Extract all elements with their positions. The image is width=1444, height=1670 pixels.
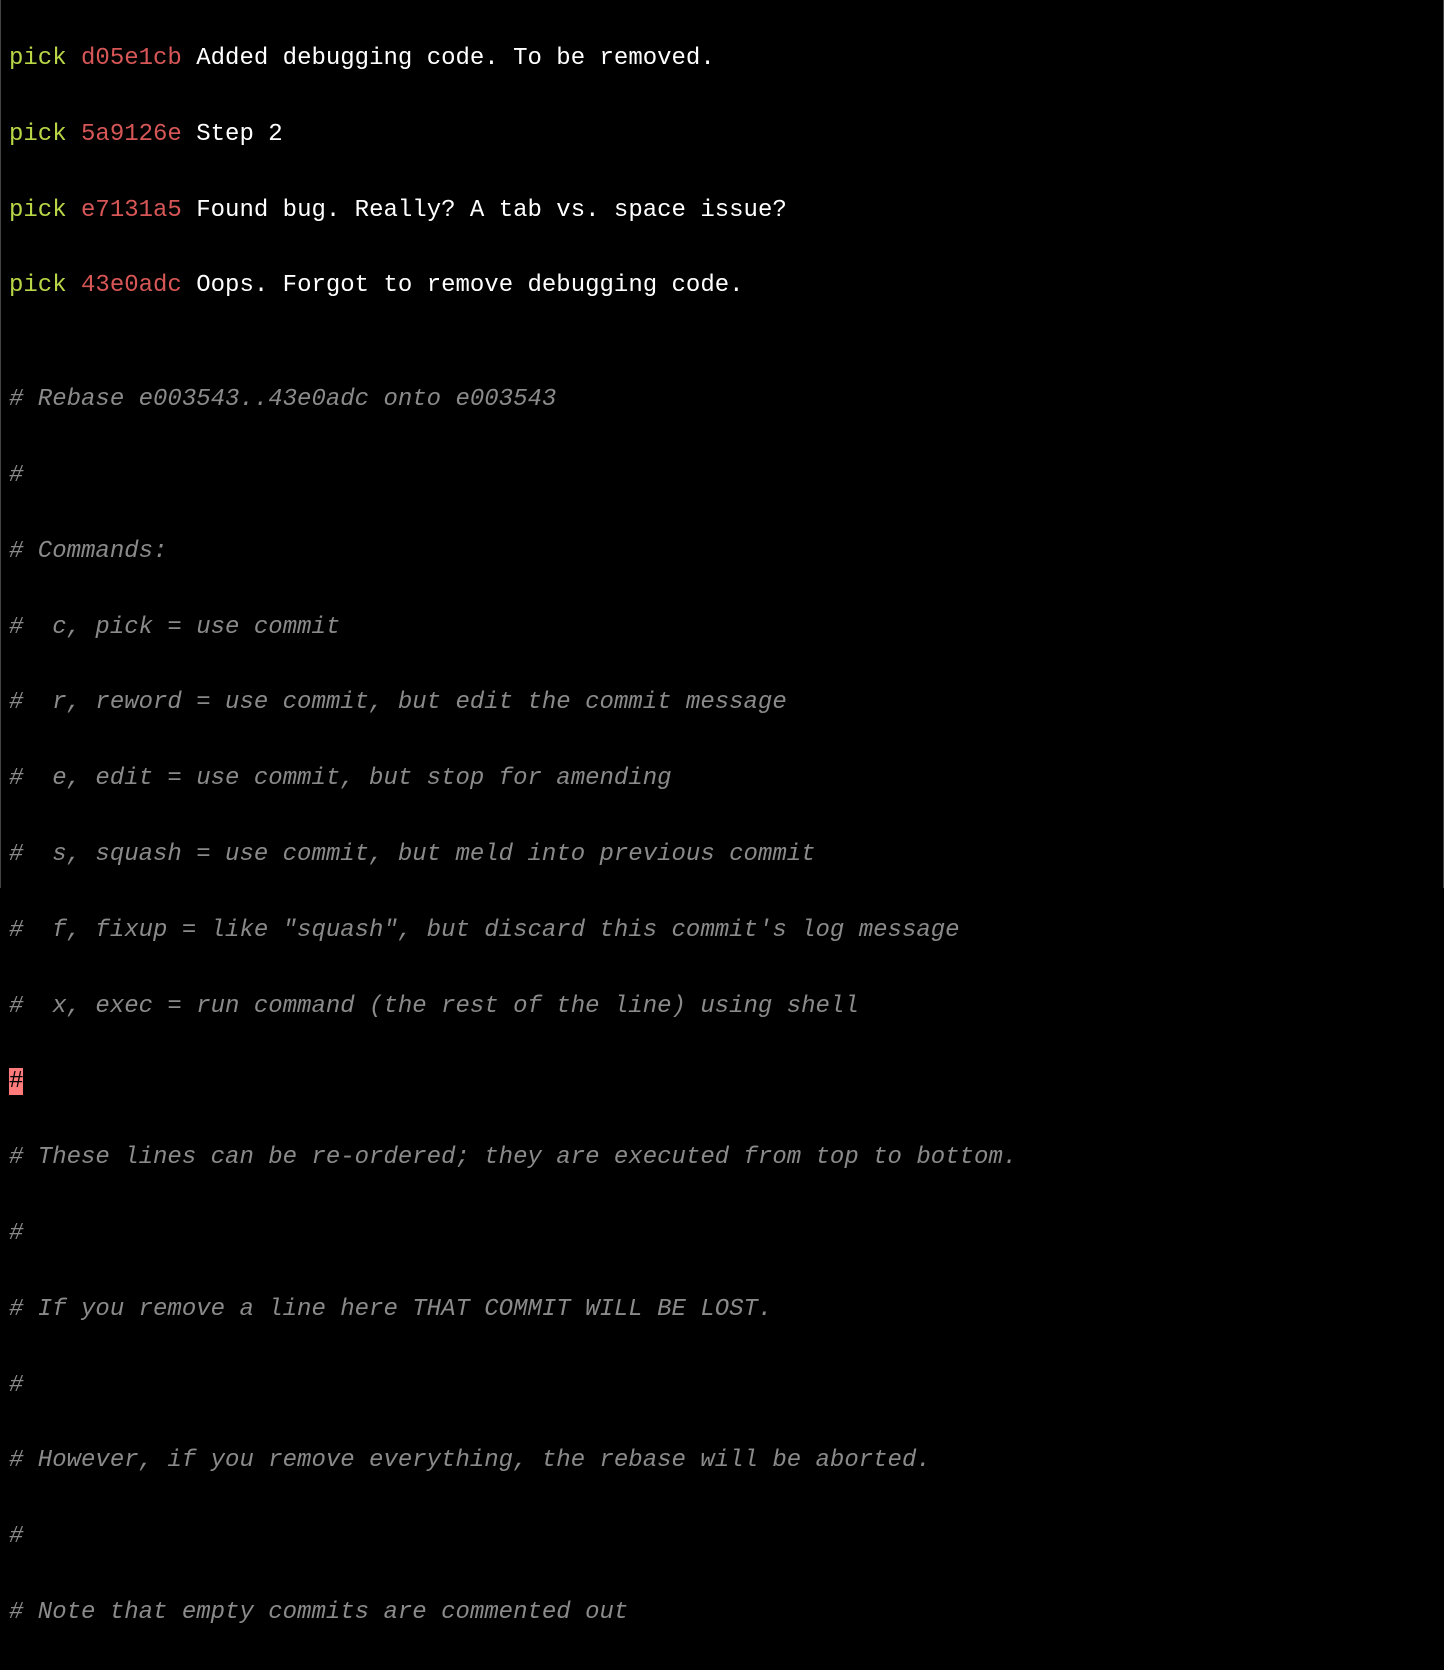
reorder-note: # These lines can be re-ordered; they ar… xyxy=(9,1139,1435,1177)
command-exec: # x, exec = run command (the rest of the… xyxy=(9,988,1435,1026)
commit-row[interactable]: pick 5a9126e Step 2 xyxy=(9,116,1435,154)
comment-line: # xyxy=(9,1518,1435,1556)
commit-row[interactable]: pick e7131a5 Found bug. Really? A tab vs… xyxy=(9,192,1435,230)
rebase-range-comment: # Rebase e003543..43e0adc onto e003543 xyxy=(9,381,1435,419)
rebase-action: pick xyxy=(9,197,67,224)
rebase-action: pick xyxy=(9,45,67,72)
commit-message: Oops. Forgot to remove debugging code. xyxy=(196,272,743,299)
commit-message: Found bug. Really? A tab vs. space issue… xyxy=(196,197,787,224)
commit-hash: d05e1cb xyxy=(81,45,182,72)
empty-commits-note: # Note that empty commits are commented … xyxy=(9,1594,1435,1632)
abort-note: # However, if you remove everything, the… xyxy=(9,1442,1435,1480)
git-rebase-editor[interactable]: pick d05e1cb Added debugging code. To be… xyxy=(1,0,1443,1670)
command-pick: # c, pick = use commit xyxy=(9,609,1435,647)
cursor-line[interactable]: # xyxy=(9,1063,1435,1101)
rebase-action: pick xyxy=(9,272,67,299)
comment-line: # xyxy=(9,1215,1435,1253)
command-edit: # e, edit = use commit, but stop for ame… xyxy=(9,760,1435,798)
remove-line-note: # If you remove a line here THAT COMMIT … xyxy=(9,1291,1435,1329)
commit-hash: 43e0adc xyxy=(81,272,182,299)
command-squash: # s, squash = use commit, but meld into … xyxy=(9,836,1435,874)
commit-row[interactable]: pick d05e1cb Added debugging code. To be… xyxy=(9,40,1435,78)
commit-hash: 5a9126e xyxy=(81,121,182,148)
commit-message: Step 2 xyxy=(196,121,282,148)
comment-line: # xyxy=(9,1367,1435,1405)
commit-row[interactable]: pick 43e0adc Oops. Forgot to remove debu… xyxy=(9,267,1435,305)
commands-header: # Commands: xyxy=(9,533,1435,571)
comment-line: # xyxy=(9,457,1435,495)
commit-hash: e7131a5 xyxy=(81,197,182,224)
commit-message: Added debugging code. To be removed. xyxy=(196,45,714,72)
command-fixup: # f, fixup = like "squash", but discard … xyxy=(9,912,1435,950)
editor-cursor: # xyxy=(9,1068,23,1095)
rebase-action: pick xyxy=(9,121,67,148)
command-reword: # r, reword = use commit, but edit the c… xyxy=(9,684,1435,722)
